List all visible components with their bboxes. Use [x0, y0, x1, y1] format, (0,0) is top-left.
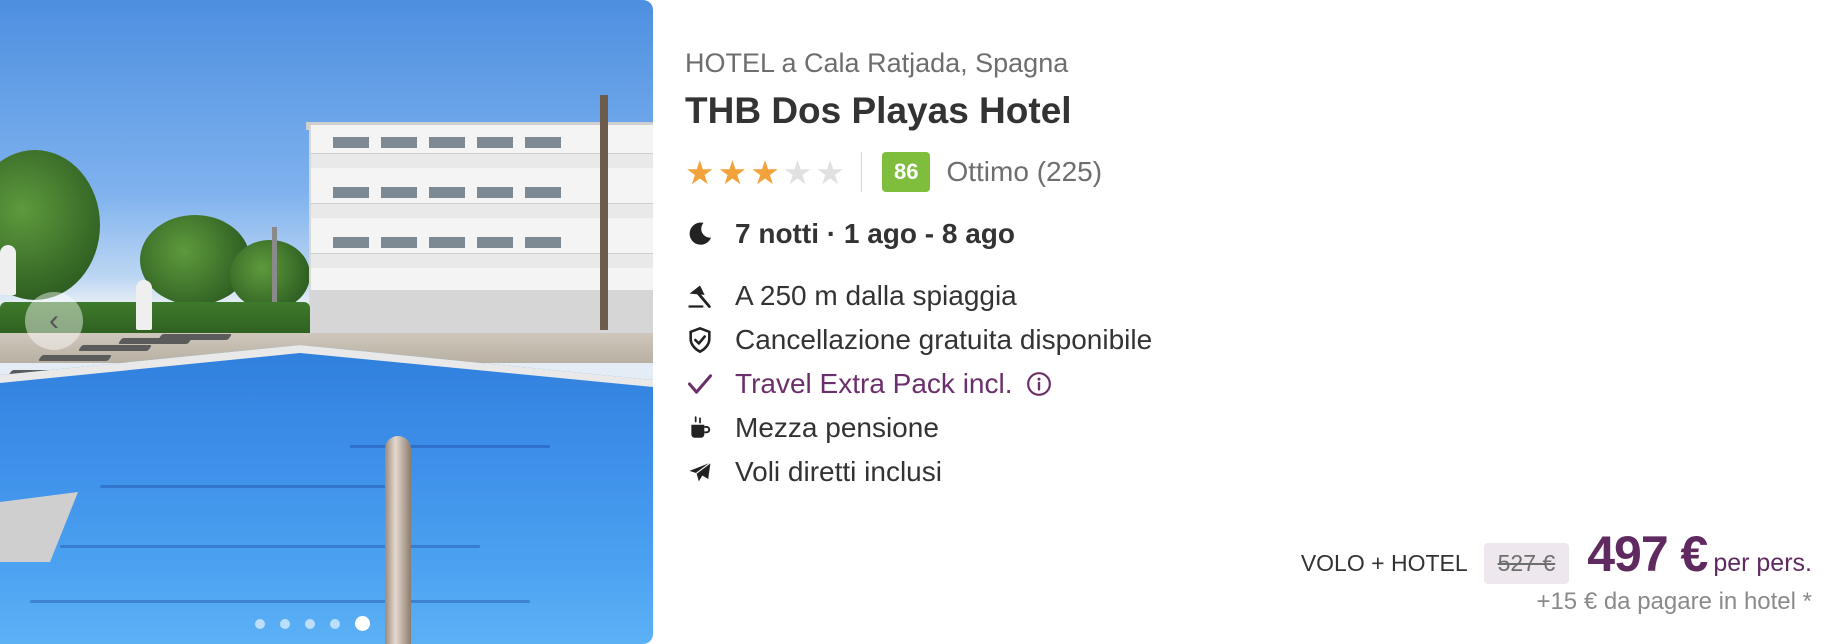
coffee-cup-icon — [685, 413, 715, 443]
swimming-pool — [0, 345, 653, 644]
current-price: 497 € — [1587, 526, 1708, 582]
feature-label: Mezza pensione — [735, 412, 939, 443]
feature-label: Cancellazione gratuita disponibile — [735, 324, 1153, 355]
feature-half-board: Mezza pensione — [685, 412, 939, 444]
gallery-dot[interactable] — [330, 618, 340, 629]
divider — [860, 152, 862, 192]
star-icon: ★ — [685, 153, 715, 191]
gallery-dot[interactable] — [280, 618, 290, 629]
moon-icon — [685, 219, 715, 249]
shield-check-icon — [685, 325, 715, 355]
feature-beach: A 250 m dalla spiaggia — [685, 280, 1017, 312]
old-price: 527 € — [1483, 543, 1570, 584]
feature-label: A 250 m dalla spiaggia — [735, 280, 1017, 311]
tree — [230, 240, 310, 310]
feature-label: Voli diretti inclusi — [735, 456, 942, 487]
gallery-prev-button[interactable]: ‹ — [25, 292, 83, 350]
stay-dates-text: 7 notti · 1 ago - 8 ago — [735, 218, 1016, 249]
review-score-badge: 86 — [881, 152, 931, 192]
tree-trunk — [600, 95, 608, 330]
hotel-photo[interactable]: ‹ — [0, 0, 653, 644]
umbrella — [0, 245, 16, 295]
feature-cancellation: Cancellazione gratuita disponibile — [685, 324, 1152, 356]
price-row[interactable]: VOLO + HOTEL 527 € 497 € per pers. — [1301, 525, 1812, 584]
star-icon: ★ — [717, 153, 748, 191]
check-icon — [685, 369, 715, 399]
hotel-name[interactable]: THB Dos Playas Hotel — [685, 90, 1072, 132]
hotel-location: HOTEL a Cala Ratjada, Spagna — [685, 48, 1069, 78]
star-empty-icon: ★ — [782, 153, 813, 191]
feature-label: Travel Extra Pack incl. — [735, 368, 1013, 399]
gallery-dot[interactable] — [305, 618, 315, 629]
lounger — [37, 355, 113, 361]
per-person-label: per pers. — [1713, 549, 1812, 577]
gallery-dot-active[interactable] — [355, 616, 370, 631]
chevron-left-icon: ‹ — [49, 304, 59, 337]
umbrella — [136, 280, 152, 330]
rating-row: ★ ★ ★ ★ ★ 86 Ottimo (225) — [685, 152, 1102, 192]
pool-ladder-rail — [385, 436, 411, 644]
info-icon[interactable] — [1026, 371, 1052, 397]
review-summary[interactable]: Ottimo (225) — [946, 156, 1102, 188]
stay-dates: 7 notti · 1 ago - 8 ago — [685, 218, 1015, 250]
star-rating: ★ ★ ★ ★ ★ — [685, 156, 845, 189]
gallery-dots — [255, 616, 370, 631]
beach-umbrella-icon — [685, 281, 715, 311]
lounger — [157, 334, 233, 340]
hotel-card[interactable]: ‹ HOTEL a Cala Ratjada, Spagna THB Dos P… — [0, 0, 1838, 644]
airplane-icon — [685, 457, 715, 487]
feature-travel-extra-pack: Travel Extra Pack incl. — [685, 368, 1052, 400]
lamp-post — [272, 227, 277, 312]
gallery-dot[interactable] — [255, 618, 265, 629]
package-type: VOLO + HOTEL — [1300, 550, 1468, 576]
hotel-fee-note: +15 € da pagare in hotel * — [1536, 588, 1812, 615]
star-empty-icon: ★ — [815, 153, 845, 191]
feature-direct-flights: Voli diretti inclusi — [685, 456, 942, 488]
hotel-info: HOTEL a Cala Ratjada, Spagna THB Dos Pla… — [685, 0, 1838, 644]
lounger — [77, 345, 153, 351]
star-icon: ★ — [750, 153, 780, 191]
